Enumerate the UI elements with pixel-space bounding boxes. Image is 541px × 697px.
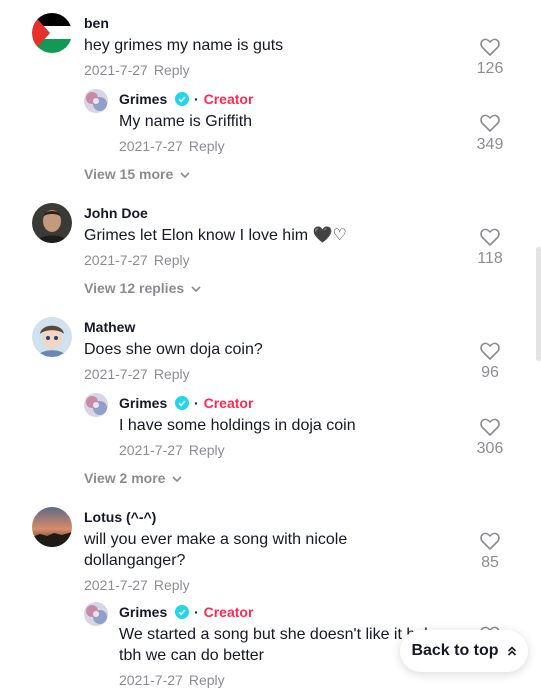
comment-meta: 2021-7-27 Reply <box>84 62 190 78</box>
reply-text: My name is Griffith <box>119 113 253 130</box>
creator-avatar[interactable] <box>84 602 108 626</box>
reply-button[interactable]: Reply <box>189 138 225 154</box>
comment-date: 2021-7-27 <box>84 577 148 593</box>
reply-button[interactable]: Reply <box>154 366 190 382</box>
reply-meta: 2021-7-27 Reply <box>119 442 225 458</box>
creator-avatar[interactable] <box>84 89 108 113</box>
user-avatar[interactable] <box>32 507 72 547</box>
reply-meta: 2021-7-27 Reply <box>119 672 225 688</box>
heart-icon <box>480 418 500 436</box>
comment-author[interactable]: Mathew <box>84 319 135 335</box>
comment-text: Does she own doja coin? <box>84 341 263 358</box>
heart-icon <box>480 532 500 550</box>
double-chevron-up-icon <box>507 646 516 656</box>
comment-text: Grimes let Elon know I love him 🖤♡ <box>84 227 347 244</box>
reply-button[interactable]: Reply <box>154 62 190 78</box>
comment-author[interactable]: ben <box>84 15 109 31</box>
comment-meta: 2021-7-27 Reply <box>84 577 190 593</box>
comment-date: 2021-7-27 <box>84 62 148 78</box>
heart-icon <box>480 114 500 132</box>
creator-badge: Creator <box>203 604 254 620</box>
reply-author-name[interactable]: Grimes <box>119 395 167 411</box>
verified-icon <box>175 605 190 619</box>
like-button[interactable]: 96 <box>470 342 510 382</box>
scrollbar[interactable] <box>536 247 541 361</box>
heart-icon <box>480 342 500 360</box>
back-to-top-button[interactable]: Back to top <box>400 630 528 672</box>
reply-date: 2021-7-27 <box>119 138 183 154</box>
comment-date: 2021-7-27 <box>84 252 148 268</box>
user-avatar[interactable] <box>32 13 72 53</box>
reply-author: Grimes · Creator <box>119 91 254 107</box>
like-count: 306 <box>476 440 504 457</box>
like-button[interactable]: 126 <box>470 38 510 78</box>
view-more-replies[interactable]: View 15 more <box>84 166 190 182</box>
reply-author: Grimes · Creator <box>119 604 254 620</box>
reply-author-name[interactable]: Grimes <box>119 604 167 620</box>
view-more-replies[interactable]: View 2 more <box>84 470 182 486</box>
like-count: 118 <box>477 250 503 267</box>
comment-meta: 2021-7-27 Reply <box>84 252 190 268</box>
comment-meta: 2021-7-27 Reply <box>84 366 190 382</box>
heart-icon <box>480 38 500 56</box>
reply-meta: 2021-7-27 Reply <box>119 138 225 154</box>
like-button[interactable]: 85 <box>470 532 510 572</box>
user-avatar[interactable] <box>32 203 72 243</box>
like-count: 85 <box>481 554 499 571</box>
comment-author[interactable]: Lotus (^-^) <box>84 509 156 525</box>
creator-avatar[interactable] <box>84 393 108 417</box>
comment-text: hey grimes my name is guts <box>84 37 284 54</box>
verified-icon <box>175 92 190 106</box>
like-button[interactable]: 118 <box>470 228 510 268</box>
like-button[interactable]: 349 <box>470 114 510 154</box>
creator-badge: Creator <box>203 91 254 107</box>
reply-author-name[interactable]: Grimes <box>119 91 167 107</box>
like-count: 349 <box>476 136 504 153</box>
reply-button[interactable]: Reply <box>154 577 190 593</box>
view-more-replies[interactable]: View 12 replies <box>84 280 201 296</box>
chevron-down-icon <box>180 172 190 179</box>
reply-date: 2021-7-27 <box>119 442 183 458</box>
comment-author[interactable]: John Doe <box>84 205 148 221</box>
verified-icon <box>175 396 190 410</box>
comment-date: 2021-7-27 <box>84 366 148 382</box>
chevron-down-icon <box>172 476 182 483</box>
reply-date: 2021-7-27 <box>119 672 183 688</box>
user-avatar[interactable] <box>32 317 72 357</box>
creator-badge: Creator <box>203 395 254 411</box>
reply-author: Grimes · Creator <box>119 395 254 411</box>
like-count: 126 <box>476 60 504 77</box>
reply-button[interactable]: Reply <box>189 672 225 688</box>
like-count: 96 <box>481 364 499 381</box>
back-to-top-label: Back to top <box>411 642 499 659</box>
like-button[interactable]: 306 <box>470 418 510 458</box>
reply-text: I have some holdings in doja coin <box>119 417 356 434</box>
reply-button[interactable]: Reply <box>189 442 225 458</box>
comment-text: will you ever make a song with nicole do… <box>84 531 348 569</box>
reply-button[interactable]: Reply <box>154 252 190 268</box>
heart-icon <box>480 228 500 246</box>
chevron-down-icon <box>191 286 201 293</box>
